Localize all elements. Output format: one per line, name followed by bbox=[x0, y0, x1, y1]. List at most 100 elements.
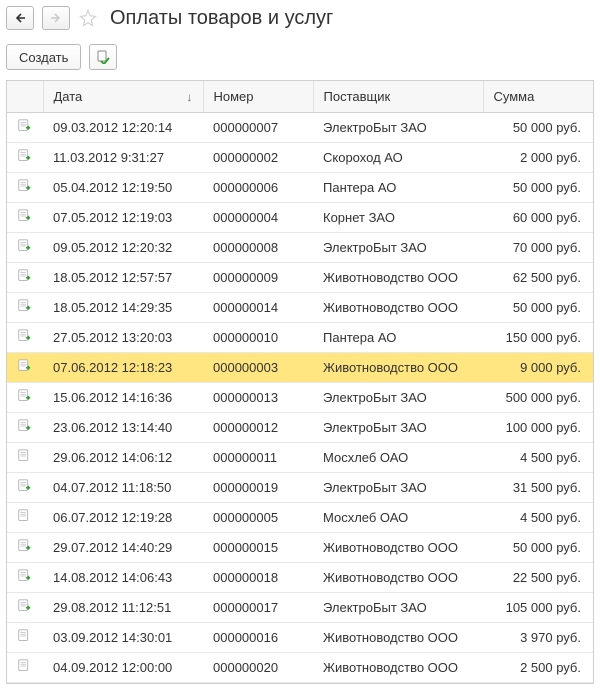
cell-date: 07.06.2012 12:18:23 bbox=[43, 353, 203, 383]
cell-number: 000000010 bbox=[203, 323, 313, 353]
favorite-star-icon[interactable] bbox=[78, 8, 98, 28]
cell-date: 29.08.2012 11:12:51 bbox=[43, 593, 203, 623]
nav-back-button[interactable] bbox=[6, 6, 34, 30]
document-row-icon bbox=[16, 268, 34, 287]
table-row[interactable]: 29.07.2012 14:40:29000000015Животноводст… bbox=[7, 533, 593, 563]
cell-supplier: Животноводство ООО bbox=[313, 293, 483, 323]
cell-date: 04.09.2012 12:00:00 bbox=[43, 653, 203, 683]
cell-number: 000000013 bbox=[203, 383, 313, 413]
cell-number: 000000006 bbox=[203, 173, 313, 203]
cell-supplier: Корнет ЗАО bbox=[313, 203, 483, 233]
cell-date: 27.05.2012 13:20:03 bbox=[43, 323, 203, 353]
cell-number: 000000005 bbox=[203, 503, 313, 533]
nav-forward-button[interactable] bbox=[42, 6, 70, 30]
table-row[interactable]: 05.04.2012 12:19:50000000006Пантера АО50… bbox=[7, 173, 593, 203]
cell-sum: 22 500 руб. bbox=[483, 563, 593, 593]
cell-sum: 4 500 руб. bbox=[483, 443, 593, 473]
table-row[interactable]: 18.05.2012 12:57:57000000009Животноводст… bbox=[7, 263, 593, 293]
table-header-row: Дата ↓ Номер Поставщик Сумма bbox=[7, 81, 593, 113]
cell-icon bbox=[7, 413, 43, 443]
column-header-supplier[interactable]: Поставщик bbox=[313, 81, 483, 113]
document-row-icon bbox=[16, 148, 34, 167]
cell-icon bbox=[7, 353, 43, 383]
cell-icon bbox=[7, 143, 43, 173]
cell-icon bbox=[7, 383, 43, 413]
cell-supplier: Мосхлеб ОАО bbox=[313, 443, 483, 473]
cell-number: 000000008 bbox=[203, 233, 313, 263]
cell-supplier: Животноводство ООО bbox=[313, 623, 483, 653]
toolbar: Создать bbox=[6, 44, 594, 70]
cell-sum: 31 500 руб. bbox=[483, 473, 593, 503]
cell-icon bbox=[7, 263, 43, 293]
cell-sum: 3 970 руб. bbox=[483, 623, 593, 653]
cell-icon bbox=[7, 533, 43, 563]
cell-number: 000000002 bbox=[203, 143, 313, 173]
print-settings-button[interactable] bbox=[89, 44, 117, 70]
document-row-icon bbox=[16, 178, 34, 197]
cell-sum: 9 000 руб. bbox=[483, 353, 593, 383]
table-row[interactable]: 29.06.2012 14:06:12000000011Мосхлеб ОАО4… bbox=[7, 443, 593, 473]
cell-icon bbox=[7, 113, 43, 143]
table-row[interactable]: 18.05.2012 14:29:35000000014Животноводст… bbox=[7, 293, 593, 323]
table-row[interactable]: 09.05.2012 12:20:32000000008ЭлектроБыт З… bbox=[7, 233, 593, 263]
table-row[interactable]: 14.08.2012 14:06:43000000018Животноводст… bbox=[7, 563, 593, 593]
table-row[interactable]: 15.06.2012 14:16:36000000013ЭлектроБыт З… bbox=[7, 383, 593, 413]
cell-date: 11.03.2012 9:31:27 bbox=[43, 143, 203, 173]
column-header-sum[interactable]: Сумма bbox=[483, 81, 593, 113]
table-row[interactable]: 03.09.2012 14:30:01000000016Животноводст… bbox=[7, 623, 593, 653]
cell-supplier: ЭлектроБыт ЗАО bbox=[313, 383, 483, 413]
table-row[interactable]: 06.07.2012 12:19:28000000005Мосхлеб ОАО4… bbox=[7, 503, 593, 533]
create-button[interactable]: Создать bbox=[6, 44, 81, 70]
cell-number: 000000004 bbox=[203, 203, 313, 233]
cell-sum: 50 000 руб. bbox=[483, 533, 593, 563]
table-row[interactable]: 07.06.2012 12:18:23000000003Животноводст… bbox=[7, 353, 593, 383]
document-row-icon bbox=[16, 448, 34, 467]
table-row[interactable]: 04.09.2012 12:00:00000000020Животноводст… bbox=[7, 653, 593, 683]
cell-supplier: Пантера АО bbox=[313, 323, 483, 353]
cell-sum: 70 000 руб. bbox=[483, 233, 593, 263]
cell-number: 000000017 bbox=[203, 593, 313, 623]
document-row-icon bbox=[16, 208, 34, 227]
table-row[interactable]: 11.03.2012 9:31:27000000002Скороход АО2 … bbox=[7, 143, 593, 173]
cell-sum: 60 000 руб. bbox=[483, 203, 593, 233]
cell-icon bbox=[7, 323, 43, 353]
cell-date: 05.04.2012 12:19:50 bbox=[43, 173, 203, 203]
document-row-icon bbox=[16, 658, 34, 677]
column-header-icon[interactable] bbox=[7, 81, 43, 113]
document-row-icon bbox=[16, 358, 34, 377]
cell-date: 29.06.2012 14:06:12 bbox=[43, 443, 203, 473]
documents-table: Дата ↓ Номер Поставщик Сумма 09.03.2012 … bbox=[6, 80, 594, 684]
cell-sum: 150 000 руб. bbox=[483, 323, 593, 353]
cell-icon bbox=[7, 653, 43, 683]
cell-icon bbox=[7, 473, 43, 503]
document-row-icon bbox=[16, 568, 34, 587]
cell-number: 000000016 bbox=[203, 623, 313, 653]
cell-number: 000000011 bbox=[203, 443, 313, 473]
cell-number: 000000012 bbox=[203, 413, 313, 443]
table-row[interactable]: 04.07.2012 11:18:50000000019ЭлектроБыт З… bbox=[7, 473, 593, 503]
cell-icon bbox=[7, 443, 43, 473]
cell-sum: 100 000 руб. bbox=[483, 413, 593, 443]
cell-supplier: Скороход АО bbox=[313, 143, 483, 173]
table-row[interactable]: 07.05.2012 12:19:03000000004Корнет ЗАО60… bbox=[7, 203, 593, 233]
cell-number: 000000015 bbox=[203, 533, 313, 563]
cell-number: 000000014 bbox=[203, 293, 313, 323]
cell-date: 04.07.2012 11:18:50 bbox=[43, 473, 203, 503]
document-row-icon bbox=[16, 388, 34, 407]
cell-sum: 4 500 руб. bbox=[483, 503, 593, 533]
column-header-number[interactable]: Номер bbox=[203, 81, 313, 113]
table-row[interactable]: 29.08.2012 11:12:51000000017ЭлектроБыт З… bbox=[7, 593, 593, 623]
column-header-date[interactable]: Дата ↓ bbox=[43, 81, 203, 113]
cell-number: 000000009 bbox=[203, 263, 313, 293]
cell-supplier: Пантера АО bbox=[313, 173, 483, 203]
document-row-icon bbox=[16, 598, 34, 617]
cell-icon bbox=[7, 503, 43, 533]
cell-supplier: Мосхлеб ОАО bbox=[313, 503, 483, 533]
cell-supplier: ЭлектроБыт ЗАО bbox=[313, 113, 483, 143]
table-row[interactable]: 23.06.2012 13:14:40000000012ЭлектроБыт З… bbox=[7, 413, 593, 443]
cell-icon bbox=[7, 233, 43, 263]
table-row[interactable]: 09.03.2012 12:20:14000000007ЭлектроБыт З… bbox=[7, 113, 593, 143]
cell-date: 06.07.2012 12:19:28 bbox=[43, 503, 203, 533]
table-row[interactable]: 27.05.2012 13:20:03000000010Пантера АО15… bbox=[7, 323, 593, 353]
document-check-icon bbox=[96, 50, 110, 64]
